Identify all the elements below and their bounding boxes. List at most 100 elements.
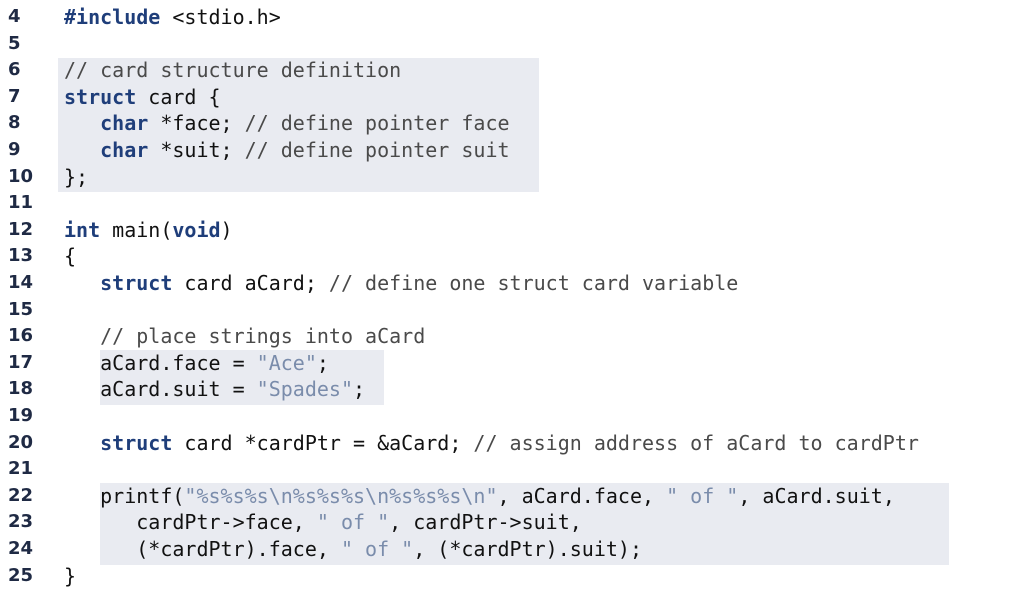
code-text: aCard.face = "Ace"; bbox=[64, 350, 329, 377]
code-text: printf("%s%s%s\n%s%s%s\n%s%s%s\n", aCard… bbox=[64, 483, 895, 510]
line-number: 9 bbox=[8, 139, 21, 160]
comment-token: // card structure definition bbox=[64, 58, 402, 83]
line-number: 23 bbox=[8, 511, 34, 533]
line-number: 19 bbox=[8, 405, 34, 426]
code-text: (*cardPtr).face, " of ", (*cardPtr).suit… bbox=[64, 536, 642, 563]
keyword-token: char bbox=[100, 111, 149, 136]
code-line: 12 int main(void) bbox=[0, 217, 1011, 244]
comment-token: // define pointer suit bbox=[244, 138, 510, 162]
code-line: 9 char *suit; // define pointer suit bbox=[0, 137, 1011, 164]
line-number: 18 bbox=[8, 378, 34, 400]
code-line: 7 struct card { bbox=[0, 84, 1011, 111]
code-token: card aCard; bbox=[172, 271, 329, 295]
string-literal-token: " of " bbox=[316, 510, 390, 535]
line-number: 16 bbox=[8, 325, 34, 347]
keyword-token: int bbox=[64, 217, 101, 242]
code-text: }; bbox=[64, 164, 88, 191]
comment-token: // define pointer face bbox=[244, 111, 510, 136]
preprocessor-token: #include bbox=[64, 5, 161, 29]
code-token: ) bbox=[220, 217, 233, 242]
code-text: // card structure definition bbox=[64, 57, 401, 84]
string-literal-token: " of " bbox=[666, 483, 739, 508]
code-text: char *suit; // define pointer suit bbox=[64, 137, 510, 164]
code-token: aCard.face = bbox=[64, 350, 257, 375]
code-line: 23 cardPtr->face, " of ", cardPtr->suit, bbox=[0, 509, 1011, 536]
code-line: 25} bbox=[0, 563, 1011, 590]
code-line: 8 char *face; // define pointer face bbox=[0, 110, 1011, 137]
keyword-token: struct bbox=[100, 430, 173, 455]
code-token: (*cardPtr).face, bbox=[64, 537, 341, 561]
code-line: 11 bbox=[0, 190, 1011, 217]
keyword-token: struct bbox=[64, 84, 137, 109]
keyword-token: char bbox=[100, 138, 149, 162]
comment-token: // assign address of aCard to cardPtr bbox=[473, 430, 919, 455]
code-text: char *face; // define pointer face bbox=[64, 110, 510, 137]
line-number: 5 bbox=[8, 32, 21, 54]
code-token: ; bbox=[352, 377, 366, 402]
line-number: 25 bbox=[8, 564, 34, 586]
code-line: 14 struct card aCard; // define one stru… bbox=[0, 270, 1011, 297]
code-token: cardPtr->face, bbox=[64, 510, 317, 535]
string-literal-token: "%s%s%s\n%s%s%s\n%s%s%s\n" bbox=[184, 483, 498, 508]
code-text: struct card *cardPtr = &aCard; // assign… bbox=[64, 430, 919, 457]
line-number: 12 bbox=[8, 218, 34, 240]
code-line: 10}; bbox=[0, 164, 1011, 191]
code-token: , aCard.suit, bbox=[738, 483, 895, 508]
code-text: #include <stdio.h> bbox=[64, 4, 281, 31]
code-token: , aCard.face, bbox=[497, 483, 667, 508]
code-token: card *cardPtr = &aCard; bbox=[172, 430, 474, 455]
code-token: *suit; bbox=[148, 138, 245, 162]
code-text: struct card { bbox=[64, 84, 221, 111]
code-line: 5 bbox=[0, 31, 1011, 58]
line-number: 4 bbox=[8, 6, 21, 27]
code-listing: 4 #include <stdio.h> 5 6 // card structure d… bbox=[0, 0, 1011, 596]
code-text: } bbox=[64, 563, 76, 590]
code-text: // place strings into aCard bbox=[64, 323, 425, 350]
line-number: 7 bbox=[8, 85, 21, 107]
code-line: 4 #include <stdio.h> bbox=[0, 4, 1011, 31]
code-line: 19 bbox=[0, 403, 1011, 430]
code-text: { bbox=[64, 243, 76, 270]
code-text: aCard.suit = "Spades"; bbox=[64, 376, 365, 403]
code-token: card { bbox=[136, 84, 221, 109]
code-token: }; bbox=[64, 164, 89, 189]
code-token: main( bbox=[100, 217, 173, 242]
code-token: <stdio.h> bbox=[160, 5, 281, 29]
code-text: struct card aCard; // define one struct … bbox=[64, 270, 738, 297]
line-number: 14 bbox=[8, 272, 34, 293]
keyword-token: void bbox=[172, 217, 221, 242]
code-line: 22 printf("%s%s%s\n%s%s%s\n%s%s%s\n", aC… bbox=[0, 483, 1011, 510]
line-number: 10 bbox=[8, 165, 34, 187]
keyword-token: struct bbox=[100, 271, 173, 295]
line-number: 17 bbox=[8, 351, 34, 373]
code-line: 24 (*cardPtr).face, " of ", (*cardPtr).s… bbox=[0, 536, 1011, 563]
line-number: 20 bbox=[8, 431, 34, 453]
string-literal-token: " of " bbox=[340, 537, 414, 561]
string-literal-token: "Ace" bbox=[256, 350, 317, 375]
comment-token: // place strings into aCard bbox=[100, 324, 426, 349]
code-token: , cardPtr->suit, bbox=[389, 510, 582, 535]
code-token: printf( bbox=[64, 483, 185, 508]
code-token: aCard.suit = bbox=[64, 377, 257, 402]
code-line: 13 { bbox=[0, 243, 1011, 270]
code-line: 15 bbox=[0, 297, 1011, 324]
code-line: 6 // card structure definition bbox=[0, 57, 1011, 84]
comment-token: // define one struct card variable bbox=[328, 271, 739, 295]
line-number: 11 bbox=[8, 192, 34, 214]
line-number: 21 bbox=[8, 458, 34, 480]
code-text: int main(void) bbox=[64, 217, 233, 244]
code-token: ; bbox=[316, 350, 329, 375]
line-number: 8 bbox=[8, 112, 21, 134]
code-line: 17 aCard.face = "Ace"; bbox=[0, 350, 1011, 377]
code-token: *face; bbox=[148, 111, 245, 136]
string-literal-token: "Spades" bbox=[256, 377, 353, 402]
line-number: 22 bbox=[8, 484, 34, 506]
code-line: 16 // place strings into aCard bbox=[0, 323, 1011, 350]
code-line: 21 bbox=[0, 456, 1011, 483]
code-line: 18 aCard.suit = "Spades"; bbox=[0, 376, 1011, 403]
